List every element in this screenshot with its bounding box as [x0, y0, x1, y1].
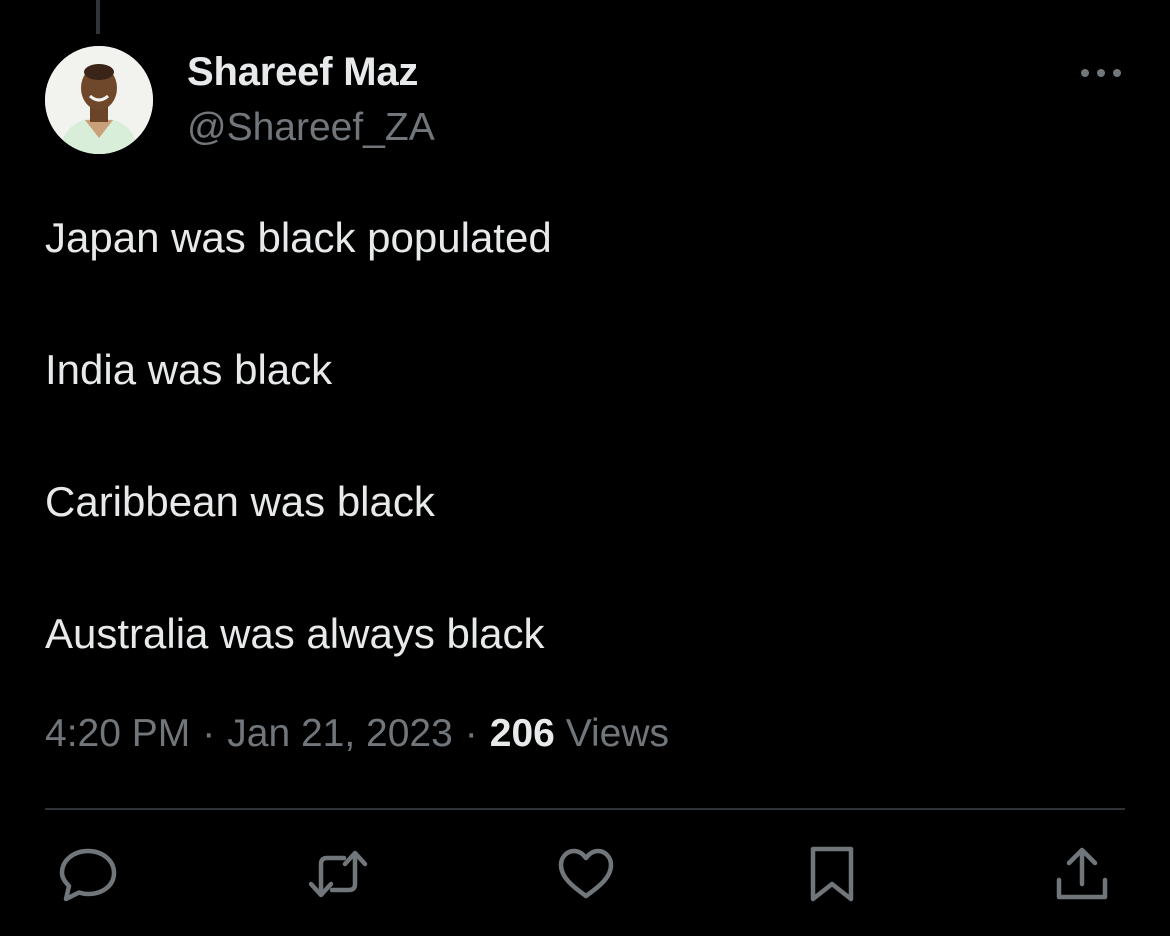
retweet-icon: [308, 850, 368, 898]
tweet-text-line: Caribbean was black: [45, 478, 435, 525]
tweet-time[interactable]: 4:20 PM: [45, 712, 190, 755]
tweet-text-line: Australia was always black: [45, 610, 545, 657]
reply-button[interactable]: [58, 844, 118, 904]
profile-photo-icon: [45, 46, 153, 154]
tweet-metadata: 4:20 PM · Jan 21, 2023 · 206 Views: [45, 712, 669, 756]
author-handle[interactable]: @Shareef_ZA: [187, 106, 435, 150]
views-count: 206: [489, 712, 555, 755]
tweet-text-line: Japan was black populated: [45, 214, 552, 261]
bookmark-icon: [810, 846, 854, 902]
author-display-name[interactable]: Shareef Maz: [187, 50, 418, 95]
like-button[interactable]: [556, 844, 616, 904]
thread-connector-line: [96, 0, 100, 34]
tweet-text-line: India was black: [45, 346, 333, 393]
views-label: Views: [565, 712, 670, 755]
tweet-text: Japan was black populated India was blac…: [45, 210, 1125, 662]
tweet-date[interactable]: Jan 21, 2023: [227, 712, 453, 755]
more-options-icon[interactable]: [1076, 58, 1126, 88]
bookmark-button[interactable]: [802, 844, 862, 904]
divider: [45, 808, 1125, 810]
share-button[interactable]: [1052, 844, 1112, 904]
separator-dot: ·: [464, 712, 478, 755]
separator-dot: ·: [202, 712, 216, 755]
avatar[interactable]: [45, 46, 153, 154]
reply-icon: [59, 848, 117, 902]
share-icon: [1056, 847, 1108, 900]
retweet-button[interactable]: [308, 844, 368, 904]
like-icon: [558, 848, 614, 899]
